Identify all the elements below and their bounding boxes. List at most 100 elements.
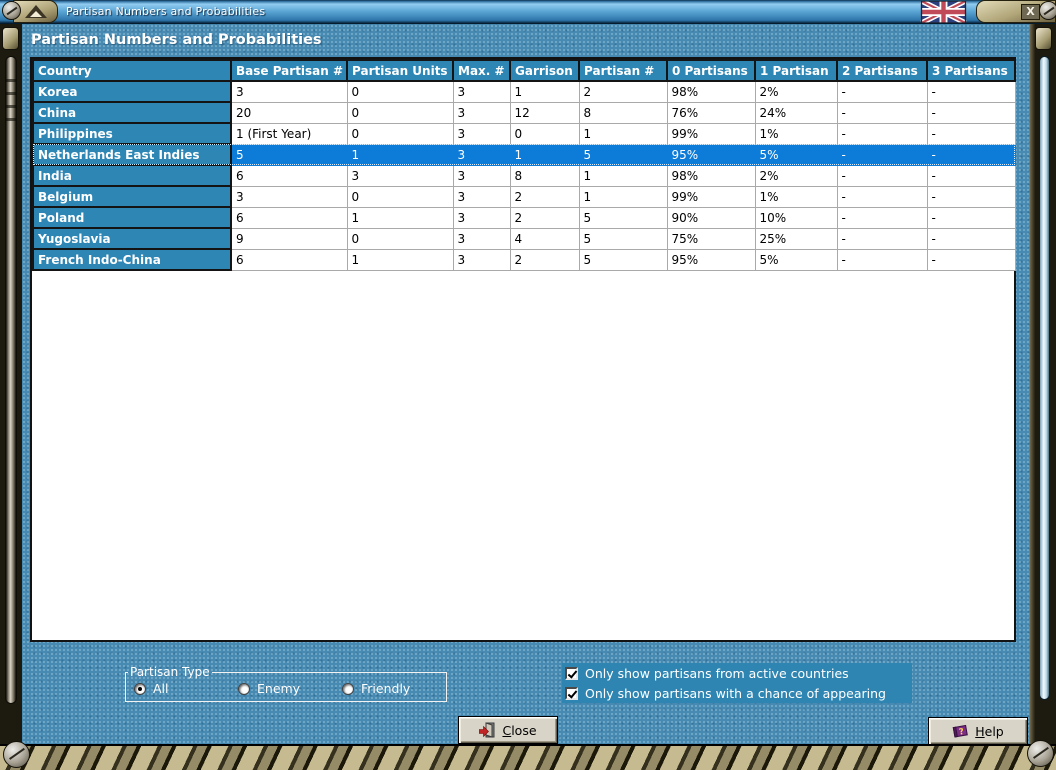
data-cell: 3: [452, 164, 511, 187]
data-cell: 5%: [754, 248, 838, 271]
data-cell: 1: [346, 248, 454, 271]
screw-icon: [1039, 1, 1056, 20]
data-cell: 2: [509, 248, 580, 271]
data-cell: -: [836, 206, 928, 229]
window-title: Partisan Numbers and Probabilities: [66, 5, 266, 18]
frame-knob-icon: [2, 27, 19, 50]
table-row[interactable]: India 6 3 3 8 1 98% 2% - -: [32, 164, 1016, 187]
country-cell: Yugoslavia: [32, 227, 232, 250]
data-cell: -: [836, 80, 928, 103]
data-cell: 3: [452, 206, 511, 229]
data-cell: 2: [509, 185, 580, 208]
country-cell: India: [32, 164, 232, 187]
data-cell: -: [836, 164, 928, 187]
titlebar: Partisan Numbers and Probabilities X: [0, 0, 1056, 24]
data-cell: 6: [230, 248, 348, 271]
country-cell: Poland: [32, 206, 232, 229]
screw-icon: [2, 1, 21, 20]
bottom-frame-stripes: [0, 744, 1056, 770]
data-cell: 0: [346, 185, 454, 208]
column-header: Partisan #: [578, 59, 668, 82]
exit-door-icon: [479, 722, 495, 738]
filter-label: Only show partisans with a chance of app…: [585, 685, 886, 701]
data-cell: 5: [578, 227, 668, 250]
close-window-button[interactable]: X: [1021, 4, 1040, 20]
table-row[interactable]: Yugoslavia 9 0 3 4 5 75% 25% - -: [32, 227, 1016, 250]
dialog-content: Partisan Numbers and Probabilities Count…: [22, 24, 1030, 746]
radio-label: Enemy: [257, 681, 301, 696]
radio-friendly[interactable]: Friendly: [342, 681, 446, 696]
data-cell: 24%: [754, 101, 838, 124]
data-cell: 1 (First Year): [230, 122, 348, 145]
data-cell: 3: [452, 80, 511, 103]
data-cell: -: [926, 80, 1016, 103]
radio-icon: [238, 682, 250, 695]
column-header: 2 Partisans: [836, 59, 928, 82]
column-header: Country: [32, 59, 232, 82]
filter-label: Only show partisans from active countrie…: [585, 665, 849, 681]
filter-checkbox-row[interactable]: Only show partisans with a chance of app…: [562, 683, 912, 703]
table-row[interactable]: French Indo-China 6 1 3 2 5 95% 5% - -: [32, 248, 1016, 271]
column-header: Base Partisan #: [230, 59, 348, 82]
column-header: 3 Partisans: [926, 59, 1016, 82]
data-cell: 0: [346, 227, 454, 250]
data-cell: 3: [452, 143, 511, 166]
data-cell: 98%: [666, 80, 756, 103]
table-row[interactable]: Poland 6 1 3 2 5 90% 10% - -: [32, 206, 1016, 229]
help-button[interactable]: ? Help: [928, 717, 1028, 745]
data-cell: -: [836, 101, 928, 124]
table-row[interactable]: China 20 0 3 12 8 76% 24% - -: [32, 101, 1016, 124]
data-cell: 1: [346, 206, 454, 229]
data-cell: 2%: [754, 164, 838, 187]
partisan-dialog-window: Partisan Numbers and Probabilities Count…: [0, 0, 1056, 770]
data-cell: 6: [230, 164, 348, 187]
table-row[interactable]: Korea 3 0 3 1 2 98% 2% - -: [32, 80, 1016, 103]
data-cell: 99%: [666, 122, 756, 145]
data-cell: 76%: [666, 101, 756, 124]
country-cell: Korea: [32, 80, 232, 103]
radio-enemy[interactable]: Enemy: [238, 681, 342, 696]
column-header: Garrison: [509, 59, 580, 82]
data-cell: -: [926, 164, 1016, 187]
help-book-icon: ?: [952, 724, 969, 738]
data-cell: 3: [452, 122, 511, 145]
data-cell: 3: [230, 185, 348, 208]
data-cell: -: [836, 143, 928, 166]
data-cell: -: [836, 185, 928, 208]
checkbox-icon: [565, 686, 578, 700]
data-cell: 2: [509, 206, 580, 229]
data-cell: -: [926, 248, 1016, 271]
frame-tube-decoration: [1039, 56, 1050, 700]
column-header: 0 Partisans: [666, 59, 756, 82]
filter-checkbox-row[interactable]: Only show partisans from active countrie…: [562, 663, 912, 683]
radio-all[interactable]: All: [134, 681, 238, 696]
table-row[interactable]: Belgium 3 0 3 2 1 99% 1% - -: [32, 185, 1016, 208]
header-row: Country Base Partisan # Partisan Units Max.…: [32, 59, 1016, 82]
table-row[interactable]: Philippines 1 (First Year) 0 3 0 1 99% 1% - -: [32, 122, 1016, 145]
column-header: 1 Partisan: [754, 59, 838, 82]
data-cell: 1: [509, 143, 580, 166]
data-cell: 5%: [754, 143, 838, 166]
partisan-table: Country Base Partisan # Partisan Units Max.…: [32, 59, 1016, 271]
help-button-label: Help: [975, 723, 1004, 739]
data-cell: -: [836, 227, 928, 250]
filter-checkboxes: Only show partisans from active countrie…: [562, 663, 912, 703]
data-cell: 98%: [666, 164, 756, 187]
data-cell: 0: [346, 101, 454, 124]
data-cell: -: [836, 122, 928, 145]
data-cell: 3: [452, 101, 511, 124]
radio-icon: [134, 682, 146, 695]
table-body: Korea 3 0 3 1 2 98% 2% - - China 20 0 3 12 8 76% 24% - - Phi…: [32, 80, 1016, 271]
data-cell: 3: [452, 185, 511, 208]
data-cell: -: [926, 143, 1016, 166]
table-row[interactable]: Netherlands East Indies 5 1 3 1 5 95% 5% - -: [32, 143, 1016, 166]
close-button[interactable]: Close: [458, 716, 558, 744]
table-header: Country Base Partisan # Partisan Units Max.…: [32, 59, 1016, 82]
data-cell: -: [926, 206, 1016, 229]
data-cell: -: [926, 227, 1016, 250]
right-frame: [1030, 24, 1056, 746]
country-cell: Philippines: [32, 122, 232, 145]
radio-label: All: [153, 681, 169, 696]
data-cell: 10%: [754, 206, 838, 229]
screw-icon: [1027, 740, 1054, 767]
